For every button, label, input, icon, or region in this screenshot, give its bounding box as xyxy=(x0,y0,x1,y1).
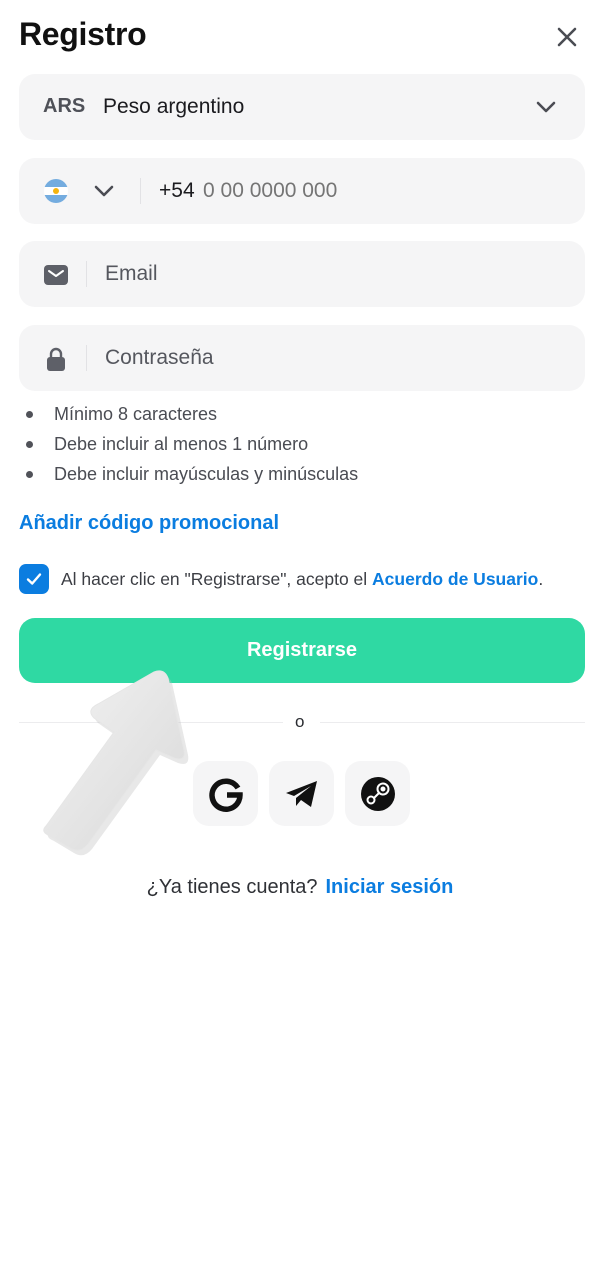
divider xyxy=(86,261,87,287)
page-title: Registro xyxy=(19,16,147,52)
envelope-icon xyxy=(44,265,68,285)
argentina-flag-icon[interactable] xyxy=(44,179,68,203)
agreement-row: Al hacer clic en "Registrarse", acepto e… xyxy=(19,562,591,596)
phone-field: +54 xyxy=(19,158,585,224)
divider xyxy=(140,178,141,204)
user-agreement-link[interactable]: Acuerdo de Usuario xyxy=(372,569,538,589)
currency-code: ARS xyxy=(43,95,86,117)
agreement-checkbox[interactable] xyxy=(19,564,49,594)
telegram-login-button[interactable] xyxy=(269,761,334,826)
divider-line-left xyxy=(19,722,283,723)
phone-prefix: +54 xyxy=(159,179,195,202)
close-button[interactable] xyxy=(550,20,584,54)
password-input[interactable] xyxy=(105,343,555,373)
divider-or-text: o xyxy=(295,712,305,731)
lock-icon xyxy=(47,347,65,371)
header: Registro xyxy=(0,0,600,74)
agreement-label: Al hacer clic en "Registrarse", acepto e… xyxy=(61,569,373,589)
steam-icon xyxy=(360,776,395,811)
register-button[interactable]: Registrarse xyxy=(19,618,585,683)
telegram-icon xyxy=(285,780,317,807)
currency-name: Peso argentino xyxy=(103,95,245,118)
currency-select[interactable]: ARS Peso argentino xyxy=(19,74,585,140)
email-input[interactable] xyxy=(105,259,555,289)
email-field xyxy=(19,241,585,307)
promo-code-link[interactable]: Añadir código promocional xyxy=(19,512,279,535)
google-login-button[interactable] xyxy=(193,761,258,826)
pointer-arrow-icon xyxy=(43,670,189,856)
chevron-down-icon[interactable] xyxy=(93,180,115,202)
login-row: ¿Ya tienes cuenta? Iniciar sesión xyxy=(0,876,600,899)
login-question: ¿Ya tienes cuenta? xyxy=(146,876,318,898)
rule-text: Mínimo 8 caracteres xyxy=(54,404,218,424)
checkmark-icon xyxy=(26,573,42,585)
rule-item: Mínimo 8 caracteres xyxy=(26,402,358,432)
google-icon xyxy=(208,778,243,812)
password-rules: Mínimo 8 caracteres Debe incluir al meno… xyxy=(26,402,358,492)
rule-item: Debe incluir mayúsculas y minúsculas xyxy=(26,462,358,492)
login-link[interactable]: Iniciar sesión xyxy=(326,876,454,898)
rule-text: Debe incluir mayúsculas y minúsculas xyxy=(54,464,359,484)
agreement-text: Al hacer clic en "Registrarse", acepto e… xyxy=(61,569,543,590)
agreement-suffix: . xyxy=(538,569,544,589)
chevron-down-icon xyxy=(536,101,556,113)
close-icon xyxy=(557,27,577,47)
rule-text: Debe incluir al menos 1 número xyxy=(54,434,309,454)
divider-line-right xyxy=(320,722,585,723)
password-field xyxy=(19,325,585,391)
rule-item: Debe incluir al menos 1 número xyxy=(26,432,358,462)
divider xyxy=(86,345,87,371)
phone-input[interactable] xyxy=(203,179,563,203)
steam-login-button[interactable] xyxy=(345,761,410,826)
